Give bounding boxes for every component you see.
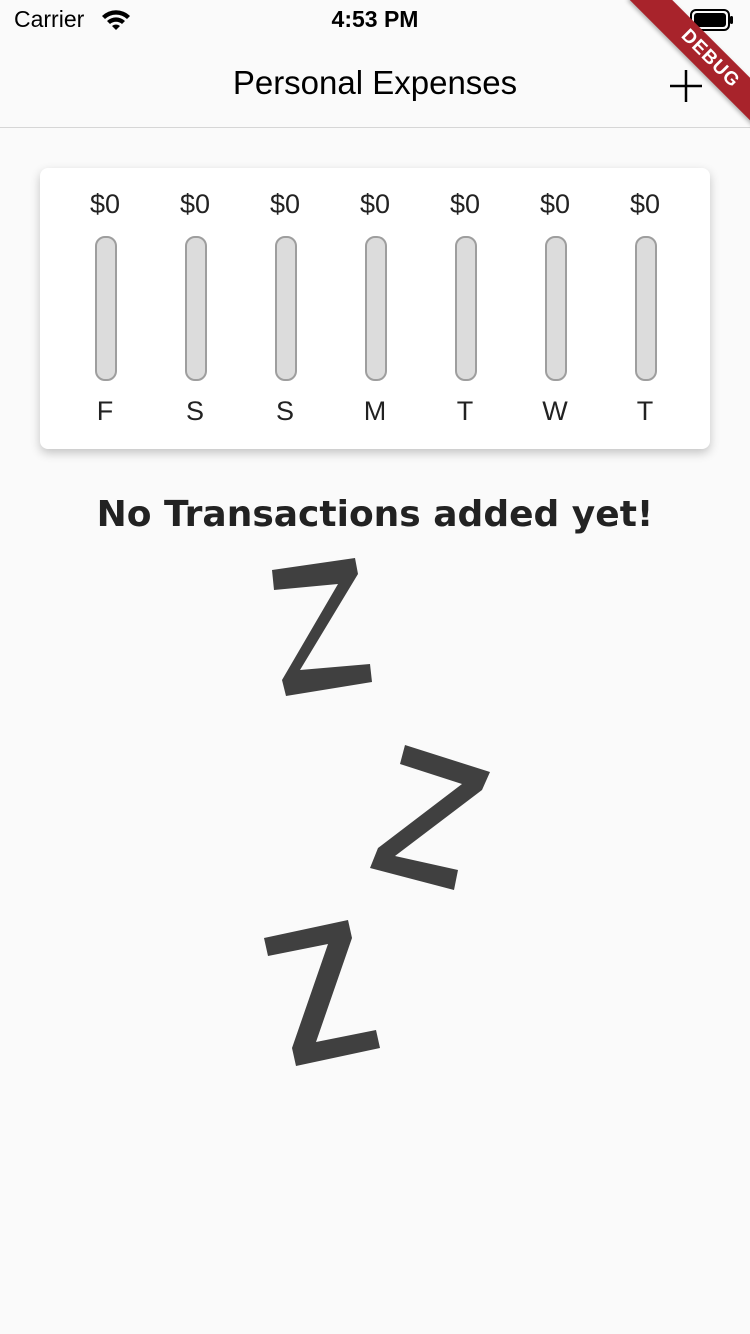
chart-bar-column: $0 S — [150, 168, 240, 449]
chart-bar — [365, 236, 387, 381]
chart-bar — [545, 236, 567, 381]
bar-amount-label: $0 — [179, 189, 211, 219]
add-transaction-button[interactable] — [662, 62, 710, 110]
bar-amount-label: $0 — [359, 189, 391, 219]
bar-day-label: T — [636, 396, 654, 426]
bar-day-label: S — [275, 396, 294, 426]
bar-day-label: F — [96, 396, 114, 426]
bar-day-label: S — [185, 396, 204, 426]
chart-bar — [455, 236, 477, 381]
page-title: Personal Expenses — [232, 64, 518, 101]
bar-day-label: T — [456, 396, 474, 426]
bar-amount-label: $0 — [269, 189, 301, 219]
chart-bar — [275, 236, 297, 381]
app-bar: Personal Expenses — [0, 40, 750, 128]
bar-amount-label: $0 — [89, 189, 121, 219]
chart-bar-column: $0 F — [60, 168, 150, 449]
chart-bar — [95, 236, 117, 381]
chart-bar-column: $0 S — [240, 168, 330, 449]
empty-state-title: No Transactions added yet! — [96, 494, 654, 535]
bar-day-label: M — [363, 396, 387, 426]
weekly-chart-card: $0 F $0 S $0 S $0 M $0 T $0 W $0 T — [40, 168, 710, 449]
bar-amount-label: $0 — [629, 189, 661, 219]
status-time: 4:53 PM — [331, 6, 419, 32]
chart-bar-column: $0 T — [420, 168, 510, 449]
plus-icon — [670, 70, 702, 102]
chart-bar-column: $0 W — [510, 168, 600, 449]
chart-bar-column: $0 T — [600, 168, 690, 449]
status-bar: Carrier 4:53 PM — [0, 0, 750, 40]
chart-bar — [635, 236, 657, 381]
chart-bar-column: $0 M — [330, 168, 420, 449]
chart-bar — [185, 236, 207, 381]
battery-icon — [690, 9, 733, 31]
bar-amount-label: $0 — [449, 189, 481, 219]
sleeping-zzz-image — [264, 558, 490, 1066]
bar-day-label: W — [542, 396, 568, 426]
bar-amount-label: $0 — [539, 189, 571, 219]
